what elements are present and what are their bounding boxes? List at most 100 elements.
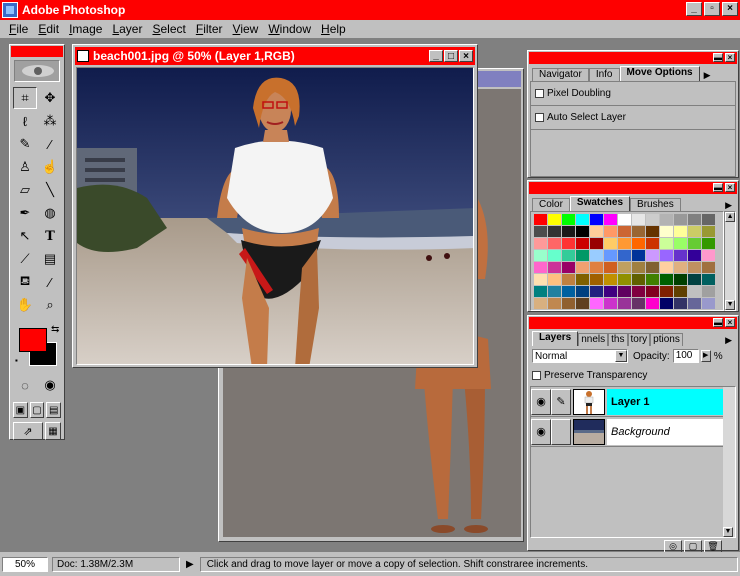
swatch-cell[interactable] (618, 262, 631, 273)
swatch-cell[interactable] (576, 286, 589, 297)
swatch-cell[interactable] (604, 226, 617, 237)
status-menu-arrow-icon[interactable]: ▶ (186, 559, 194, 570)
swatch-cell[interactable] (702, 226, 715, 237)
swatch-cell[interactable] (590, 274, 603, 285)
opacity-slider-arrow-icon[interactable]: ▶ (700, 350, 711, 362)
opacity-input[interactable]: 100 (672, 349, 699, 363)
swatch-cell[interactable] (702, 274, 715, 285)
menu-filter[interactable]: Filter (191, 22, 228, 36)
image-icon[interactable]: ▦ (45, 422, 61, 440)
preserve-transparency-option[interactable]: Preserve Transparency (532, 368, 734, 382)
magic-wand-tool-icon[interactable]: ⁂ (38, 110, 62, 132)
swatch-cell[interactable] (590, 214, 603, 225)
swatch-grid[interactable] (530, 211, 725, 311)
layers-panel-title-bar[interactable]: ▬ × (529, 317, 737, 329)
auto-select-layer-checkbox[interactable] (535, 113, 544, 122)
swatch-cell[interactable] (646, 262, 659, 273)
blend-mode-select[interactable]: Normal ▼ (532, 349, 628, 363)
smudge-tool-icon[interactable]: ☝ (38, 156, 62, 178)
swatch-cell[interactable] (674, 286, 687, 297)
swatch-cell[interactable] (590, 226, 603, 237)
swatch-cell[interactable] (632, 226, 645, 237)
swatch-cell[interactable] (576, 274, 589, 285)
swatches-panel-title-bar[interactable]: ▬ × (529, 182, 737, 194)
dodge-tool-icon[interactable]: ◍ (38, 202, 62, 224)
swatch-cell[interactable] (618, 226, 631, 237)
swatch-cell[interactable] (660, 262, 673, 273)
swatch-cell[interactable] (576, 238, 589, 249)
swatch-cell[interactable] (646, 226, 659, 237)
layer-row-background[interactable]: ◉ Background (531, 417, 735, 447)
panel-close-button[interactable]: × (725, 318, 735, 327)
swatch-cell[interactable] (548, 274, 561, 285)
eraser-tool-icon[interactable]: ▱ (13, 179, 37, 201)
pen-tool-icon[interactable]: ✒ (13, 202, 37, 224)
eye-visibility-icon[interactable]: ◉ (531, 388, 551, 415)
photoshop-eye-logo[interactable] (14, 60, 60, 82)
document-icon[interactable] (77, 50, 89, 62)
panel-minimize-button[interactable]: ▬ (713, 318, 723, 327)
jump-to-imageready-icon[interactable]: ⇗ (13, 422, 43, 440)
swatch-cell[interactable] (688, 274, 701, 285)
swatch-cell[interactable] (562, 238, 575, 249)
swatch-cell[interactable] (604, 286, 617, 297)
swatch-cell[interactable] (702, 262, 715, 273)
swatch-cell[interactable] (534, 250, 547, 261)
zoom-tool-icon[interactable]: ⌕ (38, 294, 62, 316)
gradient-tool-icon[interactable]: ▤ (38, 248, 62, 270)
swatch-cell[interactable] (660, 226, 673, 237)
type-tool-icon[interactable]: T (38, 225, 62, 247)
swatch-cell[interactable] (632, 250, 645, 261)
auto-select-layer-option[interactable]: Auto Select Layer (531, 106, 735, 130)
doc-size-info[interactable]: Doc: 1.38M/2.3M (52, 556, 180, 572)
panel-minimize-button[interactable]: ▬ (713, 53, 723, 62)
swatch-cell[interactable] (548, 238, 561, 249)
eye-visibility-icon[interactable]: ◉ (531, 418, 551, 445)
panel-close-button[interactable]: × (725, 53, 735, 62)
swatch-cell[interactable] (562, 298, 575, 309)
swatch-cell[interactable] (702, 238, 715, 249)
eyedropper-tool-icon[interactable]: ⁄ (38, 271, 62, 293)
menu-select[interactable]: Select (147, 22, 190, 36)
swatch-cell[interactable] (632, 262, 645, 273)
swatch-cell[interactable] (646, 214, 659, 225)
swatch-cell[interactable] (548, 286, 561, 297)
swatch-cell[interactable] (660, 214, 673, 225)
swatch-cell[interactable] (660, 286, 673, 297)
swatch-cell[interactable] (660, 250, 673, 261)
swatch-cell[interactable] (590, 238, 603, 249)
swatch-cell[interactable] (576, 262, 589, 273)
panel-menu-arrow-icon[interactable]: ▶ (704, 70, 711, 81)
menu-layer[interactable]: Layer (107, 22, 147, 36)
swatch-cell[interactable] (548, 214, 561, 225)
swatch-cell[interactable] (646, 286, 659, 297)
swatch-cell[interactable] (688, 298, 701, 309)
photoshop-app-icon[interactable] (2, 2, 18, 18)
paintbrush-link-icon[interactable]: ✎ (551, 388, 571, 415)
swatch-cell[interactable] (562, 274, 575, 285)
swatch-cell[interactable] (632, 274, 645, 285)
swatch-cell[interactable] (618, 214, 631, 225)
rubber-stamp-tool-icon[interactable]: ♙ (13, 156, 37, 178)
swatch-cell[interactable] (660, 274, 673, 285)
paintbrush-tool-icon[interactable]: ∕ (38, 133, 62, 155)
swatch-cell[interactable] (534, 226, 547, 237)
swatch-cell[interactable] (660, 298, 673, 309)
swatch-cell[interactable] (534, 298, 547, 309)
swatch-cell[interactable] (576, 298, 589, 309)
airbrush-tool-icon[interactable]: ✎ (13, 133, 37, 155)
swatch-cell[interactable] (646, 238, 659, 249)
swatch-cell[interactable] (590, 286, 603, 297)
swatch-cell[interactable] (632, 214, 645, 225)
minimize-button[interactable]: _ (686, 2, 702, 16)
chevron-down-icon[interactable]: ▼ (615, 350, 627, 362)
swatch-cell[interactable] (646, 274, 659, 285)
swatch-cell[interactable] (576, 214, 589, 225)
tab-actions[interactable]: ptions (650, 333, 683, 346)
menu-file[interactable]: File (4, 22, 33, 36)
swatch-cell[interactable] (534, 214, 547, 225)
menu-help[interactable]: Help (316, 22, 351, 36)
swatch-cell[interactable] (548, 298, 561, 309)
swatch-cell[interactable] (688, 226, 701, 237)
swatch-cell[interactable] (604, 250, 617, 261)
